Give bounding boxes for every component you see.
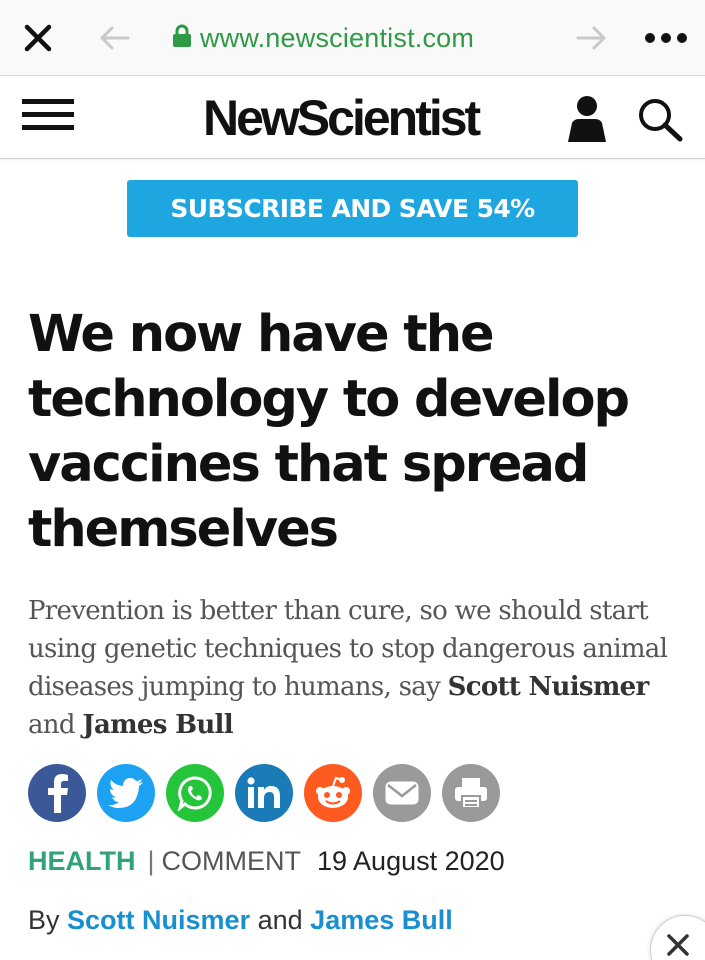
site-header: NewScientist bbox=[0, 77, 705, 159]
close-icon bbox=[667, 934, 689, 956]
back-arrow-icon[interactable] bbox=[96, 20, 132, 56]
twitter-icon[interactable] bbox=[97, 764, 155, 822]
article-meta: HEALTH | COMMENT 19 August 2020 bbox=[28, 846, 505, 877]
standfirst-author-1[interactable]: Scott Nuismer bbox=[448, 672, 650, 702]
article-headline: We now have the technology to develop va… bbox=[28, 305, 630, 559]
url-text: www.newscientist.com bbox=[200, 22, 475, 53]
byline-joiner: and bbox=[257, 905, 303, 935]
linkedin-icon[interactable] bbox=[235, 764, 293, 822]
browser-toolbar: www.newscientist.com bbox=[0, 0, 705, 76]
email-icon[interactable] bbox=[373, 764, 431, 822]
site-logo[interactable]: NewScientist bbox=[203, 89, 481, 147]
overlay-close-button[interactable] bbox=[650, 915, 705, 960]
print-icon[interactable] bbox=[442, 764, 500, 822]
lock-icon bbox=[172, 24, 192, 53]
more-icon[interactable] bbox=[640, 20, 692, 56]
standfirst-joiner: and bbox=[28, 710, 75, 740]
meta-separator: | bbox=[147, 846, 155, 876]
whatsapp-icon[interactable] bbox=[166, 764, 224, 822]
reddit-icon[interactable] bbox=[304, 764, 362, 822]
search-icon[interactable] bbox=[636, 97, 686, 143]
article-type: COMMENT bbox=[161, 846, 301, 876]
subscribe-button[interactable]: SUBSCRIBE AND SAVE 54% bbox=[127, 180, 578, 237]
author-link-2[interactable]: James Bull bbox=[310, 905, 453, 935]
address-bar[interactable]: www.newscientist.com bbox=[172, 18, 474, 58]
author-link-1[interactable]: Scott Nuismer bbox=[67, 905, 250, 935]
close-icon[interactable] bbox=[18, 18, 58, 58]
byline: By Scott Nuismer and James Bull bbox=[28, 905, 453, 936]
facebook-icon[interactable] bbox=[28, 764, 86, 822]
menu-icon[interactable] bbox=[22, 99, 74, 139]
forward-arrow-icon[interactable] bbox=[572, 20, 612, 56]
article-standfirst: Prevention is better than cure, so we sh… bbox=[28, 592, 678, 744]
category-link[interactable]: HEALTH bbox=[28, 846, 136, 877]
publish-date: 19 August 2020 bbox=[317, 846, 505, 876]
byline-prefix: By bbox=[28, 905, 60, 935]
user-icon[interactable] bbox=[566, 95, 608, 143]
share-buttons bbox=[28, 764, 500, 824]
standfirst-author-2[interactable]: James Bull bbox=[82, 710, 233, 740]
